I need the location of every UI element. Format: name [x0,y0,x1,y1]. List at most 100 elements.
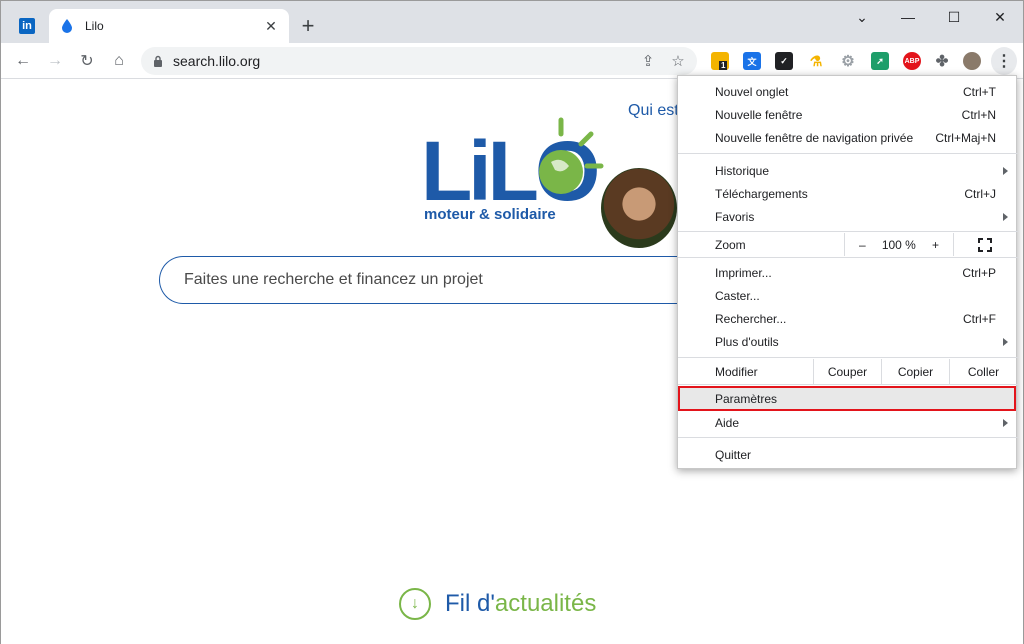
menu-edit-label: Modifier [715,365,758,379]
new-tab-button[interactable]: + [297,15,319,37]
close-window-icon[interactable]: ✕ [977,1,1023,33]
flask-icon[interactable]: ⚗ [807,52,825,70]
zoom-value: 100 % [881,237,916,252]
search-input[interactable]: Faites une recherche et financez un proj… [159,256,719,304]
share-icon[interactable]: ⇪ [639,52,657,70]
menu-separator [678,153,1018,154]
menu-separator [678,257,1018,258]
ext-badge-count: 1 [719,61,728,70]
submenu-arrow-icon [1003,213,1008,221]
project-portrait-image [601,168,677,248]
menu-quit-label: Quitter [715,447,752,462]
address-bar[interactable]: search.lilo.org ⇪ ☆ [141,47,697,75]
news-feed-link[interactable]: ↓ Fil d' actualités [399,588,596,620]
checkmark-ext-icon[interactable]: ✓ [775,52,793,70]
fullscreen-icon[interactable] [978,238,992,252]
menu-find-shortcut: Ctrl+F [963,311,996,326]
close-tab-icon[interactable]: ✕ [263,18,279,34]
about-link[interactable]: Qui est [628,102,679,120]
menu-new-window-label: Nouvelle fenêtre [715,107,803,122]
news-title-part2: actualités [494,590,597,617]
lilo-drop-icon [62,19,72,33]
menu-zoom-label: Zoom [715,238,746,252]
chrome-menu: Nouvel onglet Ctrl+T Nouvelle fenêtre Ct… [677,75,1018,469]
menu-history-label: Historique [715,163,770,178]
puzzle-icon[interactable]: ✤ [933,52,951,70]
menu-incognito-shortcut: Ctrl+Maj+N [935,130,996,145]
menu-cast-label: Caster... [715,288,760,303]
menu-zoom-row: Zoom – 100 % + [678,233,1018,256]
menu-print[interactable]: Imprimer... Ctrl+P [678,261,1018,284]
menu-separator [678,357,1018,358]
menu-find-label: Rechercher... [715,311,787,326]
menu-bookmarks[interactable]: Favoris [678,205,1018,228]
toolbar: ← → ↻ ⌂ search.lilo.org ⇪ ☆ 1 文 ✓ ⚗ ⚙ ➚ … [1,43,1023,79]
zoom-out-button[interactable]: – [859,238,866,252]
adblock-icon[interactable]: ABP [903,52,921,70]
arrow-ext-icon[interactable]: ➚ [871,52,889,70]
menu-print-label: Imprimer... [715,265,772,280]
linkedin-glyph: in [22,20,32,32]
cut-button[interactable]: Couper [813,359,881,384]
avatar[interactable] [963,52,981,70]
menu-downloads-label: Téléchargements [715,186,808,201]
ext-badge-icon[interactable]: 1 [711,52,729,70]
menu-cast[interactable]: Caster... [678,284,1018,307]
menu-settings[interactable]: Paramètres [678,386,1016,411]
menu-help-label: Aide [715,415,740,430]
menu-new-tab[interactable]: Nouvel onglet Ctrl+T [678,80,1018,103]
menu-settings-label: Paramètres [715,391,778,406]
menu-help[interactable]: Aide [678,411,1018,434]
menu-incognito-label: Nouvelle fenêtre de navigation privée [715,130,914,145]
menu-downloads-shortcut: Ctrl+J [964,186,996,201]
menu-edit-row: Modifier Couper Copier Coller [678,359,1018,384]
menu-new-window[interactable]: Nouvelle fenêtre Ctrl+N [678,103,1018,126]
menu-more-tools[interactable]: Plus d'outils [678,330,1018,353]
menu-new-window-shortcut: Ctrl+N [961,107,996,122]
tab-strip: in Lilo ✕ + ⌄ — ☐ ✕ [1,1,1023,43]
tab-linkedin[interactable]: in [7,9,47,43]
menu-more-tools-label: Plus d'outils [715,334,779,349]
url-text: search.lilo.org [173,53,261,69]
translate-icon[interactable]: 文 [743,52,761,70]
menu-bookmarks-label: Favoris [715,209,755,224]
menu-separator [678,384,1018,385]
submenu-arrow-icon [1003,338,1008,346]
adblock-label: ABP [904,57,920,65]
menu-incognito[interactable]: Nouvelle fenêtre de navigation privée Ct… [678,126,1018,149]
submenu-arrow-icon [1003,419,1008,427]
back-icon[interactable]: ← [11,49,35,73]
bookmark-star-icon[interactable]: ☆ [669,52,687,70]
menu-downloads[interactable]: Téléchargements Ctrl+J [678,182,1018,205]
menu-find[interactable]: Rechercher... Ctrl+F [678,307,1018,330]
linkedin-icon: in [19,18,35,34]
submenu-arrow-icon [1003,167,1008,175]
menu-history[interactable]: Historique [678,159,1018,182]
menu-new-tab-shortcut: Ctrl+T [963,84,996,99]
browser-window: in Lilo ✕ + ⌄ — ☐ ✕ ← → ↻ ⌂ search.lilo.… [0,0,1024,644]
home-icon[interactable]: ⌂ [107,49,131,73]
news-title-part1: Fil d' [445,590,495,617]
tab-search-icon[interactable]: ⌄ [839,1,885,33]
menu-print-shortcut: Ctrl+P [962,265,996,280]
maximize-icon[interactable]: ☐ [931,1,977,33]
menu-new-tab-label: Nouvel onglet [715,84,789,99]
chrome-menu-icon[interactable]: ⋮ [991,47,1017,75]
forward-icon[interactable]: → [43,49,67,73]
menu-separator [678,437,1018,438]
reload-icon[interactable]: ↻ [75,49,99,73]
search-placeholder: Faites une recherche et financez un proj… [184,271,483,288]
minimize-icon[interactable]: — [885,1,931,33]
gear-ext-icon[interactable]: ⚙ [839,52,857,70]
paste-button[interactable]: Coller [949,359,1017,384]
logo-slogan: moteur & solidaire [424,206,556,223]
menu-quit[interactable]: Quitter [678,443,1018,466]
zoom-in-button[interactable]: + [932,238,939,252]
window-controls: ⌄ — ☐ ✕ [839,1,1023,33]
menu-separator [678,231,1018,232]
tab-lilo[interactable]: Lilo ✕ [49,9,289,43]
lock-icon [154,55,162,67]
tab-title: Lilo [85,19,104,33]
copy-button[interactable]: Copier [881,359,949,384]
arrow-down-circle-icon: ↓ [399,588,431,620]
